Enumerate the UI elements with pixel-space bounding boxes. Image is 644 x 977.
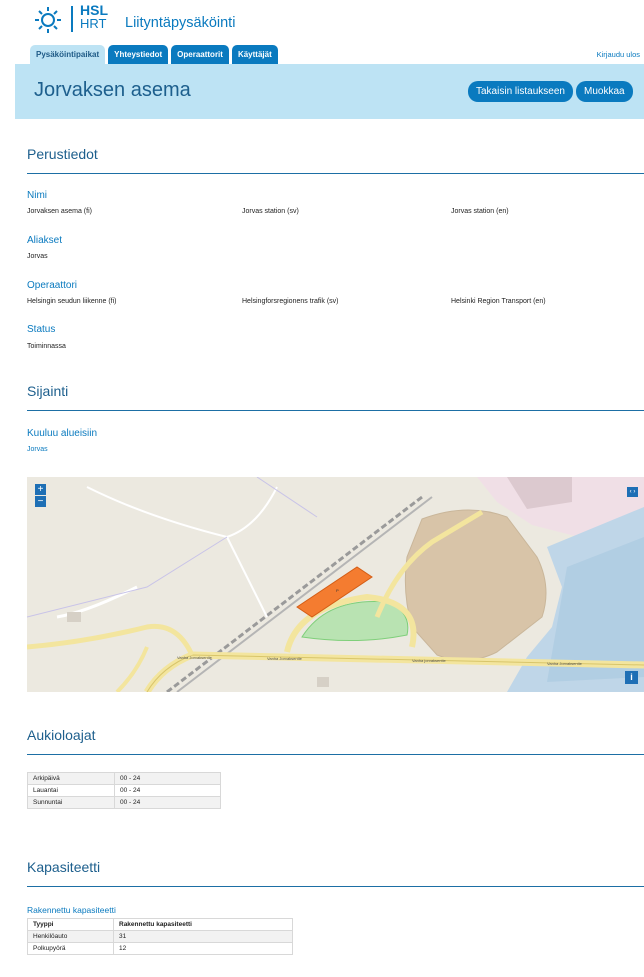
logo-divider <box>71 6 73 32</box>
name-fi: Jorvaksen asema (fi) <box>27 208 92 215</box>
name-sv: Jorvas station (sv) <box>242 208 299 215</box>
capacity-value: 12 <box>113 942 293 955</box>
section-divider <box>27 173 644 174</box>
capacity-type: Polkupyörä <box>27 942 114 955</box>
table-row: Sunnuntai 00 - 24 <box>27 796 221 809</box>
operator-label: Operaattori <box>27 280 78 291</box>
hours-day: Arkipäivä <box>27 772 115 785</box>
zoom-out-button[interactable]: − <box>35 496 46 507</box>
table-header-row: Tyyppi Rakennettu kapasiteetti <box>27 918 293 931</box>
built-capacity-label: Rakennettu kapasiteetti <box>27 905 116 915</box>
hours-day: Lauantai <box>27 784 115 797</box>
road-label: Vanha Jorvaksentie <box>177 655 213 660</box>
road-label: Vanha jorvaksentie <box>412 658 447 663</box>
tab-operators[interactable]: Operaattorit <box>171 45 229 64</box>
location-map[interactable]: Vanha Jorvaksentie Vanha Jorvaksentie Va… <box>27 477 644 692</box>
opening-hours-table: Arkipäivä 00 - 24 Lauantai 00 - 24 Sunnu… <box>27 772 221 809</box>
hours-time: 00 - 24 <box>114 784 221 797</box>
logout-link[interactable]: Kirjaudu ulos <box>597 50 640 59</box>
section-title-capacity: Kapasiteetti <box>27 859 101 875</box>
top-bar: HSL HRT Liityntäpysäköinti Pysäköintipai… <box>0 0 644 64</box>
section-title-hours: Aukioloajat <box>27 727 96 743</box>
aliases-value: Jorvas <box>27 253 48 260</box>
page-header: Jorvaksen asema Takaisin listaukseen Muo… <box>15 64 644 119</box>
name-en: Jorvas station (en) <box>451 208 509 215</box>
operator-en: Helsinki Region Transport (en) <box>451 298 546 305</box>
tab-parking-facilities[interactable]: Pysäköintipaikat <box>30 45 106 64</box>
regions-label: Kuuluu alueisiin <box>27 428 98 439</box>
section-divider <box>27 754 644 755</box>
map-canvas[interactable]: Vanha Jorvaksentie Vanha Jorvaksentie Va… <box>27 477 644 692</box>
column-header-capacity: Rakennettu kapasiteetti <box>113 918 293 931</box>
region-link[interactable]: Jorvas <box>27 446 48 453</box>
main-tabs: Pysäköintipaikat Yhteystiedot Operaattor… <box>30 45 278 64</box>
tab-contacts[interactable]: Yhteystiedot <box>108 45 169 64</box>
name-label: Nimi <box>27 190 47 201</box>
brand-hsl: HSL <box>80 2 108 18</box>
section-divider <box>27 886 644 887</box>
table-row: Polkupyörä 12 <box>27 942 293 955</box>
back-to-list-button[interactable]: Takaisin listaukseen <box>468 81 573 102</box>
status-label: Status <box>27 324 56 335</box>
aliases-label: Aliakset <box>27 235 63 246</box>
capacity-type: Henkilöauto <box>27 930 114 943</box>
section-divider <box>27 410 644 411</box>
parking-marker: P <box>336 588 339 593</box>
table-row: Arkipäivä 00 - 24 <box>27 772 221 785</box>
brand-hrt: HRT <box>80 16 107 31</box>
section-title-location: Sijainti <box>27 383 69 399</box>
capacity-table: Tyyppi Rakennettu kapasiteetti Henkilöau… <box>27 918 293 955</box>
zoom-in-button[interactable]: + <box>35 484 46 495</box>
edit-button[interactable]: Muokkaa <box>576 81 633 102</box>
table-row: Lauantai 00 - 24 <box>27 784 221 797</box>
table-row: Henkilöauto 31 <box>27 930 293 943</box>
road-label: Vanha Jorvaksentie <box>267 656 303 661</box>
status-value: Toiminnassa <box>27 343 66 350</box>
info-icon[interactable]: i <box>625 671 638 684</box>
hours-time: 00 - 24 <box>114 796 221 809</box>
road-label: Vanha Jorvaksentie <box>547 661 583 666</box>
operator-fi: Helsingin seudun liikenne (fi) <box>27 298 117 305</box>
operator-sv: Helsingforsregionens trafik (sv) <box>242 298 339 305</box>
tab-users[interactable]: Käyttäjät <box>231 45 278 64</box>
page-title: Jorvaksen asema <box>34 79 191 101</box>
expand-map-icon[interactable]: ‹ › <box>627 487 638 497</box>
hsl-logo-icon <box>35 7 61 33</box>
column-header-type: Tyyppi <box>27 918 114 931</box>
capacity-value: 31 <box>113 930 293 943</box>
hours-day: Sunnuntai <box>27 796 115 809</box>
app-title[interactable]: Liityntäpysäköinti <box>125 15 235 31</box>
section-title-basic: Perustiedot <box>27 146 98 162</box>
hours-time: 00 - 24 <box>114 772 221 785</box>
